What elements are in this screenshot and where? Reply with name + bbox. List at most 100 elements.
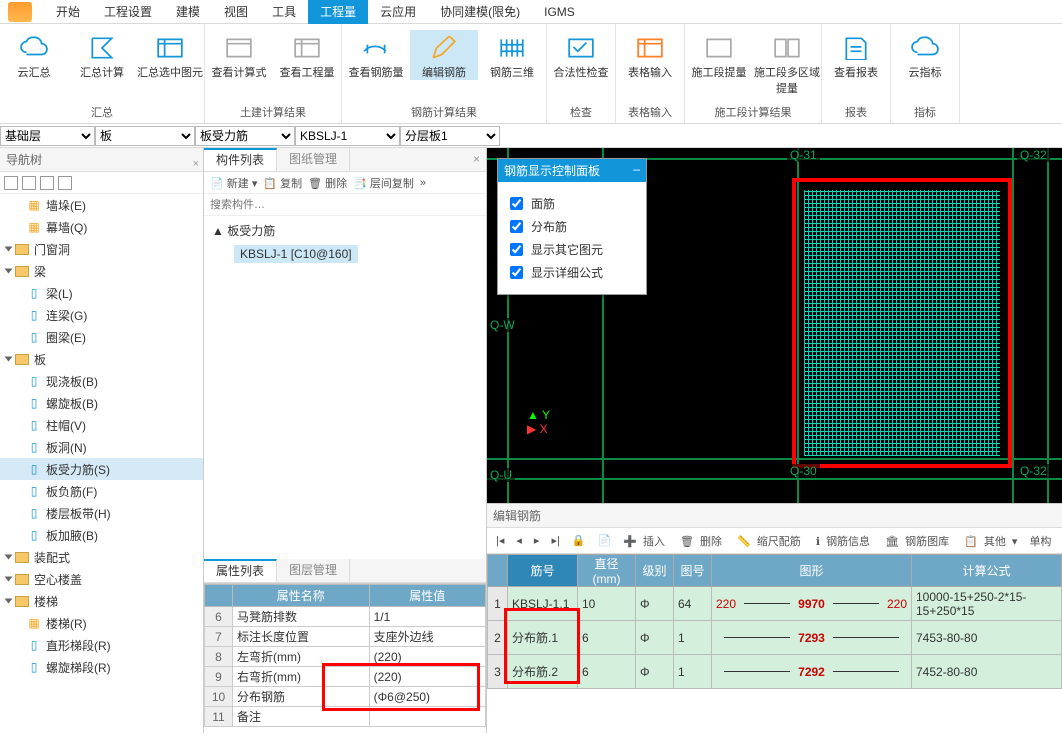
property-row[interactable]: 8左弯折(mm)(220) [205,647,486,667]
tree-node[interactable]: ▯板洞(N) [0,436,203,458]
tree-node[interactable]: ▯板负筋(F) [0,480,203,502]
close-icon[interactable]: × [467,148,486,171]
tree-node[interactable]: ▦墙垛(E) [0,194,203,216]
cloud-sum-button[interactable]: 云汇总 [0,30,68,80]
property-row[interactable]: 7标注长度位置支座外边线 [205,627,486,647]
rebar-row[interactable]: 3分布筋.26Φ172927452-80-80 [488,655,1062,689]
filter-layer[interactable]: 分层板1 [400,126,500,146]
copy-button[interactable]: 📋 复制 [263,175,302,191]
menu-project[interactable]: 工程设置 [92,0,164,24]
sum-sel-button[interactable]: 汇总选中图元 [136,30,204,80]
opt-show-formula[interactable] [510,266,523,279]
tab-properties[interactable]: 属性列表 [204,559,277,582]
search-input[interactable] [204,194,486,215]
seg-multi-button[interactable]: 施工段多区域提量 [753,30,821,96]
component-list[interactable]: ▲ 板受力筋 KBSLJ-1 [C10@160] [204,216,486,559]
close-icon[interactable]: × [193,152,199,176]
nav-tool-3-icon[interactable] [40,176,54,190]
opt-show-others[interactable] [510,243,523,256]
rebar-row[interactable]: 1KBSLJ-1.110Φ64220997022010000-15+250-2*… [488,587,1062,621]
view-calc-button[interactable]: 查看计算式 [205,30,273,80]
tree-node[interactable]: ▯柱帽(V) [0,414,203,436]
edit-rebar-button[interactable]: 编辑钢筋 [410,30,478,80]
tree-node[interactable]: ▯板受力筋(S) [0,458,203,480]
nav-first-icon[interactable]: |◂ [493,534,507,547]
opt-dist-rebar[interactable] [510,220,523,233]
menu-collab[interactable]: 协同建模(限免) [428,0,532,24]
cloud-idx-button[interactable]: 云指标 [891,30,959,80]
lib-button[interactable]: 🏛 钢筋图库 [882,533,955,549]
component-item[interactable]: KBSLJ-1 [C10@160] [234,245,358,263]
more-icon[interactable]: » [420,177,426,189]
nav-tool-1-icon[interactable] [4,176,18,190]
doc-icon[interactable]: 📄 [595,534,615,547]
legal-button[interactable]: 合法性检查 [547,30,615,80]
close-icon[interactable]: – [633,162,640,179]
tree-node[interactable]: ▯圈梁(E) [0,326,203,348]
rebar-3d-button[interactable]: 钢筋三维 [478,30,546,80]
tree-node[interactable]: ▯螺旋板(B) [0,392,203,414]
tree-node[interactable]: 楼梯 [0,590,203,612]
delete-button[interactable]: 🗑 删除 [308,175,347,191]
delete-button[interactable]: 🗑 删除 [677,533,728,549]
new-button[interactable]: 📄 新建 ▾ [210,175,257,191]
tree-node[interactable]: ▦楼梯(R) [0,612,203,634]
filter-floor[interactable]: 基础层 [0,126,95,146]
tree-node[interactable]: 梁 [0,260,203,282]
table-in-button[interactable]: 表格输入 [616,30,684,80]
tree-node[interactable]: 空心楼盖 [0,568,203,590]
report-button[interactable]: 查看报表 [822,30,890,80]
view-rebar-button[interactable]: 查看钢筋量 [342,30,410,80]
nav-last-icon[interactable]: ▸| [548,534,562,547]
view-qty-button[interactable]: 查看工程量 [273,30,341,80]
filter-category[interactable]: 板 [95,126,195,146]
property-row[interactable]: 11备注 [205,707,486,727]
nav-tool-4-icon[interactable] [58,176,72,190]
opt-surface-rebar[interactable] [510,197,523,210]
menu-igms[interactable]: IGMS [532,0,587,24]
tab-layer-mgmt[interactable]: 图层管理 [277,559,350,582]
menu-model[interactable]: 建模 [164,0,212,24]
menu-cloud[interactable]: 云应用 [368,0,428,24]
tab-component-list[interactable]: 构件列表 [204,148,277,171]
nav-tree[interactable]: ▦墙垛(E)▦幕墙(Q)门窗洞梁▯梁(L)▯连梁(G)▯圈梁(E)板▯现浇板(B… [0,194,203,733]
layer-copy-button[interactable]: 📑 层间复制 [353,175,414,191]
tree-node[interactable]: ▯现浇板(B) [0,370,203,392]
tree-node[interactable]: 门窗洞 [0,238,203,260]
tree-node[interactable]: ▯板加腋(B) [0,524,203,546]
property-row[interactable]: 6马凳筋排数1/1 [205,607,486,627]
canvas-viewport[interactable]: Q-31 Q-32 Q-30 Q-32 Q-W Q-U ▲ Y ▶ X 钢筋显示… [487,148,1062,503]
tree-node[interactable]: ▯螺旋梯段(R) [0,656,203,678]
tree-node[interactable]: ▯梁(L) [0,282,203,304]
property-row[interactable]: 9右弯折(mm)(220) [205,667,486,687]
info-button[interactable]: ℹ 钢筋信息 [813,533,876,549]
filter-component[interactable]: KBSLJ-1 [295,126,400,146]
seg-qty-button[interactable]: 施工段提量 [685,30,753,80]
scale-button[interactable]: 📏 缩尺配筋 [734,533,807,549]
property-table[interactable]: 属性名称属性值 6马凳筋排数1/17标注长度位置支座外边线8左弯折(mm)(22… [204,584,486,727]
property-row[interactable]: 10分布钢筋(Φ6@250) [205,687,486,707]
tree-node[interactable]: ▯直形梯段(R) [0,634,203,656]
unit-button[interactable]: 单构 [1026,533,1054,549]
other-button[interactable]: 📋 其他 ▾ [961,533,1020,549]
menu-start[interactable]: 开始 [44,0,92,24]
rebar-row[interactable]: 2分布筋.16Φ172937453-80-80 [488,621,1062,655]
filter-type[interactable]: 板受力筋 [195,126,295,146]
menu-view[interactable]: 视图 [212,0,260,24]
rebar-display-panel[interactable]: 钢筋显示控制面板– 面筋 分布筋 显示其它图元 显示详细公式 [497,158,647,295]
tree-node[interactable]: ▦幕墙(Q) [0,216,203,238]
nav-next-icon[interactable]: ▸ [531,534,543,547]
insert-button[interactable]: ➕ 插入 [620,533,671,549]
menu-tool[interactable]: 工具 [260,0,308,24]
sum-calc-button[interactable]: 汇总计算 [68,30,136,80]
tab-drawing-mgmt[interactable]: 图纸管理 [277,148,350,171]
nav-prev-icon[interactable]: ◂ [513,534,525,547]
tree-node[interactable]: ▯楼层板带(H) [0,502,203,524]
nav-tool-2-icon[interactable] [22,176,36,190]
tree-node[interactable]: 装配式 [0,546,203,568]
rebar-table[interactable]: 筋号 直径(mm) 级别 图号 图形 计算公式 1KBSLJ-1.110Φ642… [487,554,1062,689]
tree-node[interactable]: ▯连梁(G) [0,304,203,326]
menu-quantity[interactable]: 工程量 [308,0,368,24]
tree-node[interactable]: 板 [0,348,203,370]
lock-icon[interactable]: 🔒 [569,534,589,547]
